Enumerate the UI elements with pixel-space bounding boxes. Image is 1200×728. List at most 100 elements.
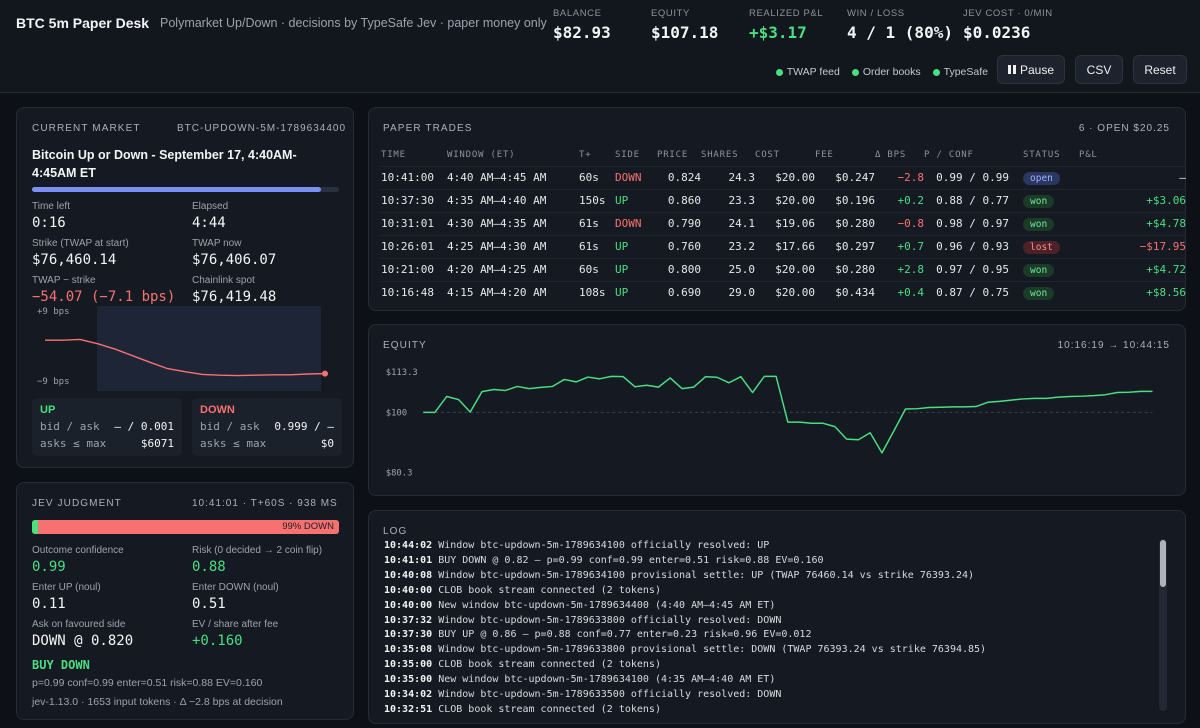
market-title: Bitcoin Up or Down - September 17, 4:40A… bbox=[32, 148, 297, 180]
down-bid-ask: bid / ask 0.999 / – bbox=[200, 420, 334, 433]
kv-label: EV / share after fee bbox=[192, 619, 279, 630]
table-row: 10:41:00 4:40 AM–4:45 AM 60s DOWN 0.824 24.3 $… bbox=[381, 165, 1186, 189]
reset-button[interactable]: Reset bbox=[1133, 55, 1187, 84]
confidence-bar-label: 99% DOWN bbox=[282, 521, 334, 532]
cell-pnl: – bbox=[1079, 165, 1186, 189]
log-line: 10:32:51 CLOB book stream connected (2 t… bbox=[384, 703, 986, 718]
cell-fee: $0.280 bbox=[815, 211, 875, 235]
cell-tplus: 150s bbox=[579, 188, 615, 212]
cell-cost: $20.00 bbox=[755, 257, 815, 281]
col-cost: COST bbox=[755, 149, 780, 160]
cell-status: lost bbox=[1009, 234, 1079, 258]
cell-shares: 24.1 bbox=[701, 211, 755, 235]
cell-pnl: +$4.78 bbox=[1079, 211, 1186, 235]
bps-bottom-label: −9 bps bbox=[37, 377, 70, 387]
cell-side: UP bbox=[615, 234, 657, 258]
log-message: BUY DOWN @ 0.82 — p=0.99 conf=0.99 enter… bbox=[438, 554, 824, 566]
stat-equity: EQUITY $107.18 bbox=[651, 8, 718, 42]
cell-delta-bps: −0.8 bbox=[875, 211, 924, 235]
cell-status: won bbox=[1009, 188, 1079, 212]
status-badge: lost bbox=[1023, 240, 1060, 254]
cell-fee: $0.280 bbox=[815, 257, 875, 281]
outcome-confidence: Outcome confidence 0.99 bbox=[32, 545, 124, 575]
cell-price: 0.800 bbox=[657, 257, 701, 281]
cell-window: 4:35 AM–4:40 AM bbox=[447, 188, 579, 212]
cell-fee: $0.247 bbox=[815, 165, 875, 189]
cell-p-conf: 0.98 / 0.97 bbox=[924, 211, 1009, 235]
log-scrollbar[interactable] bbox=[1159, 539, 1167, 711]
twap-current-dot bbox=[322, 370, 328, 377]
scrollbar-thumb[interactable] bbox=[1160, 540, 1166, 587]
cell-cost: $17.66 bbox=[755, 234, 815, 258]
pause-button[interactable]: Pause bbox=[997, 55, 1065, 84]
cell-side: DOWN bbox=[615, 211, 657, 235]
cell-cost: $20.00 bbox=[755, 165, 815, 189]
kv-value: +0.160 bbox=[192, 633, 243, 649]
stat-jev-cost: JEV COST · 0/MIN $0.0236 bbox=[963, 8, 1053, 42]
market-id: BTC-UPDOWN-5M-1789634400 bbox=[177, 123, 347, 134]
cell-shares: 23.3 bbox=[701, 188, 755, 212]
log-message: Window btc-updown-5m-1789633500 official… bbox=[438, 689, 782, 701]
kv-value: $76,406.07 bbox=[192, 252, 277, 268]
cell-shares: 29.0 bbox=[701, 280, 755, 304]
col-delta-bps: Δ BPS bbox=[875, 149, 907, 160]
log-line: 10:35:08 Window btc-updown-5m-1789633800… bbox=[384, 643, 986, 658]
feed-status-row: TWAP feed Order books TypeSafe bbox=[775, 66, 988, 78]
feed-status-twap: TWAP feed bbox=[775, 66, 840, 78]
log-line: 10:44:02 Window btc-updown-5m-1789634100… bbox=[384, 539, 986, 554]
stat-label: BALANCE bbox=[553, 8, 602, 19]
csv-button[interactable]: CSV bbox=[1075, 55, 1123, 84]
cell-price: 0.690 bbox=[657, 280, 701, 304]
log-timestamp: 10:44:02 bbox=[384, 540, 433, 551]
cell-side: DOWN bbox=[615, 165, 657, 189]
kv-value: $76,460.14 bbox=[32, 252, 117, 268]
kv-value: −54.07 (−7.1 bps) bbox=[32, 289, 176, 305]
cell-shares: 23.2 bbox=[701, 234, 755, 258]
app-title: BTC 5m Paper Desk bbox=[16, 15, 150, 31]
log-message: CLOB book stream connected (2 tokens) bbox=[438, 703, 661, 715]
down-title: DOWN bbox=[200, 404, 235, 416]
cell-fee: $0.196 bbox=[815, 188, 875, 212]
model-footer: jev-1.13.0 · 1653 input tokens · Δ −2.8 … bbox=[32, 696, 283, 708]
log-line: 10:40:00 CLOB book stream connected (2 t… bbox=[384, 584, 986, 599]
cell-delta-bps: +2.8 bbox=[875, 257, 924, 281]
up-bid-ask: bid / ask – / 0.001 bbox=[40, 420, 174, 433]
stat-label: EQUITY bbox=[651, 8, 690, 19]
up-book-box: UP bid / ask – / 0.001 asks ≤ max $6071 bbox=[32, 398, 182, 456]
status-badge: won bbox=[1023, 194, 1055, 208]
log-line: 10:37:30 BUY UP @ 0.86 — p=0.88 conf=0.7… bbox=[384, 628, 986, 643]
cell-delta-bps: +0.2 bbox=[875, 188, 924, 212]
log-message: Window btc-updown-5m-1789634100 provisio… bbox=[438, 569, 975, 581]
panel-heading: LOG bbox=[383, 526, 408, 537]
ask-on-favoured-side: Ask on favoured side DOWN @ 0.820 bbox=[32, 619, 133, 649]
status-dot-icon bbox=[851, 68, 859, 76]
table-row: 10:16:48 4:15 AM–4:20 AM 108s UP 0.690 29.0 $2… bbox=[381, 280, 1186, 304]
cell-p-conf: 0.88 / 0.77 bbox=[924, 188, 1009, 212]
table-row: 10:26:01 4:25 AM–4:30 AM 61s UP 0.760 23.2 $17… bbox=[381, 234, 1186, 258]
progress-fill bbox=[32, 187, 321, 192]
cell-pnl: +$4.72 bbox=[1079, 257, 1186, 281]
col-fee: FEE bbox=[815, 149, 834, 160]
log-message: Window btc-updown-5m-1789633800 provisio… bbox=[438, 644, 987, 656]
feed-label: TWAP feed bbox=[786, 66, 840, 78]
log-line: 10:35:00 New window btc-updown-5m-178963… bbox=[384, 673, 986, 688]
bid-ask-value: 0.999 / – bbox=[274, 420, 334, 433]
panel-heading: CURRENT MARKET bbox=[32, 123, 141, 134]
enter-up: Enter UP (noul) 0.11 bbox=[32, 582, 101, 612]
cell-time: 10:37:30 bbox=[381, 188, 447, 212]
kv-label: Time left bbox=[32, 201, 70, 212]
kv-label: TWAP − strike bbox=[32, 275, 96, 286]
decision-detail: p=0.99 conf=0.99 enter=0.51 risk=0.88 EV… bbox=[32, 677, 263, 689]
cell-price: 0.860 bbox=[657, 188, 701, 212]
log-message: BUY UP @ 0.86 — p=0.88 conf=0.77 enter=0… bbox=[438, 629, 812, 641]
cell-p-conf: 0.97 / 0.95 bbox=[924, 257, 1009, 281]
time-left: Time left 0:16 bbox=[32, 201, 70, 231]
y-axis-label: $113.3 bbox=[386, 368, 418, 378]
elapsed: Elapsed 4:44 bbox=[192, 201, 228, 231]
cell-cost: $20.00 bbox=[755, 188, 815, 212]
cell-price: 0.824 bbox=[657, 165, 701, 189]
log-timestamp: 10:40:00 bbox=[384, 599, 433, 611]
asks-label: asks ≤ max bbox=[40, 437, 107, 450]
current-market-panel: CURRENT MARKET BTC-UPDOWN-5M-1789634400 … bbox=[16, 107, 354, 468]
jev-judgment-panel: JEV JUDGMENT 10:41:01 · T+60S · 938 MS 9… bbox=[16, 482, 354, 720]
